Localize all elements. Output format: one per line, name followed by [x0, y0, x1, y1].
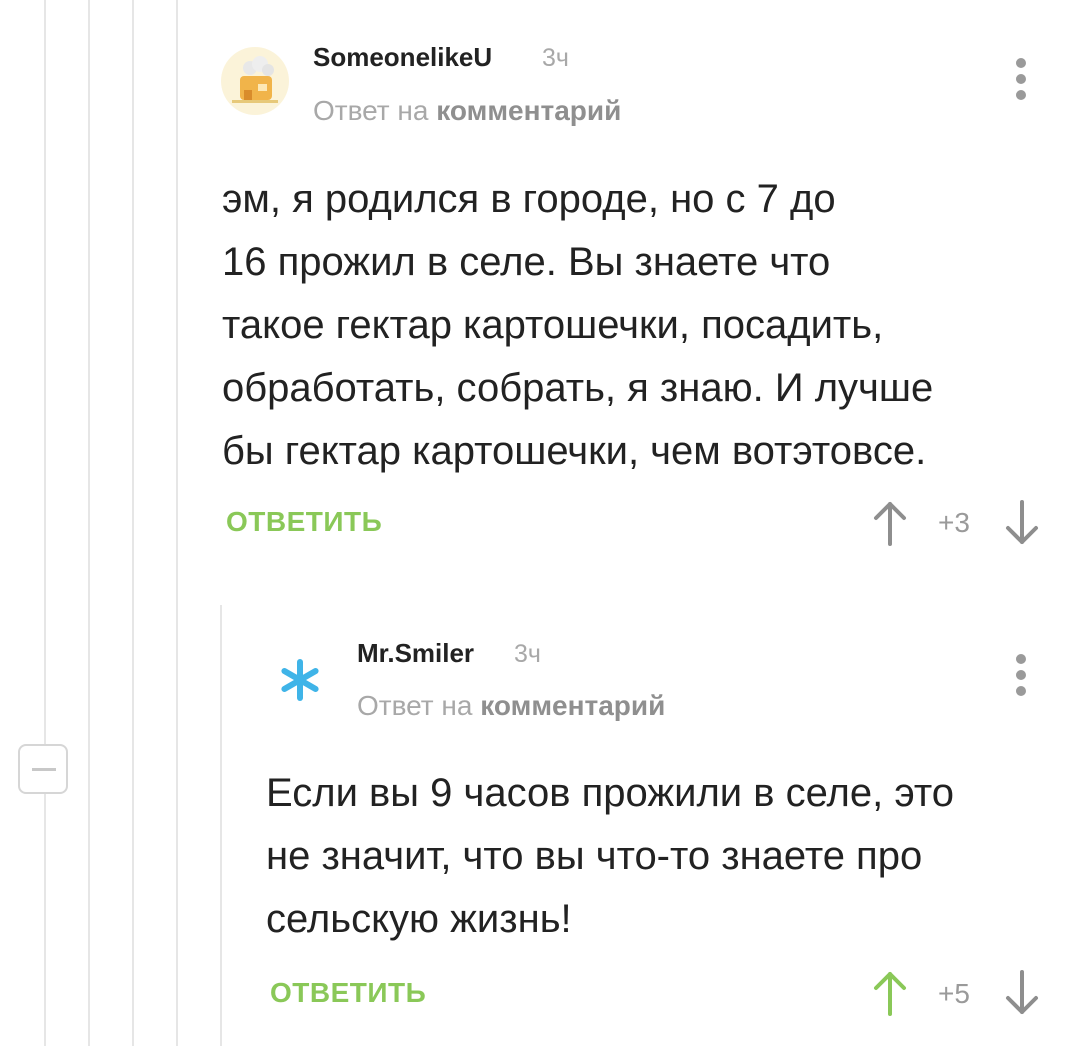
- reply-to-link[interactable]: комментарий: [480, 690, 665, 721]
- reply-to-prefix: Ответ на: [357, 690, 473, 721]
- comment-text-line: не значит, что вы что-то знаете про: [266, 834, 923, 878]
- username[interactable]: Mr.Smiler: [357, 638, 474, 669]
- comment-2: Mr.Smiler 3ч Ответ на комментарий Если в…: [0, 0, 1069, 1046]
- arrow-down-icon[interactable]: [1004, 970, 1040, 1016]
- comment-body: Если вы 9 часов прожили в селе, это не з…: [266, 762, 954, 951]
- vote-score: +5: [938, 978, 970, 1009]
- more-vertical-icon[interactable]: [1013, 654, 1029, 698]
- comment-text-line: Если вы 9 часов прожили в селе, это: [266, 771, 954, 815]
- comment-time: 3ч: [514, 640, 541, 668]
- arrow-up-icon[interactable]: [872, 970, 908, 1016]
- reply-to-line: Ответ на комментарий: [357, 690, 665, 722]
- reply-button[interactable]: ОТВЕТИТЬ: [270, 977, 426, 1009]
- comment-text-line: сельскую жизнь!: [266, 897, 572, 941]
- asterisk-avatar-icon[interactable]: [270, 650, 330, 710]
